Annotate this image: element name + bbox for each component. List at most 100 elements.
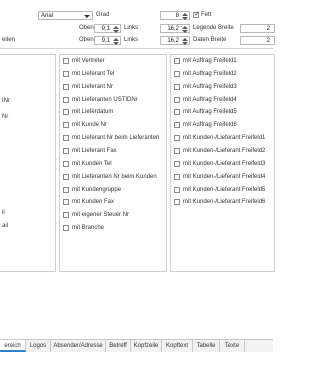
oben-label-1: Oben xyxy=(79,25,94,31)
spinner-icon[interactable] xyxy=(113,26,119,33)
spinner-icon[interactable] xyxy=(182,13,188,20)
oben-value-1: 9,1 xyxy=(101,26,110,32)
checkbox[interactable] xyxy=(63,122,69,129)
daten-breite-label: Daten Breite xyxy=(193,37,227,43)
checkbox-label: mit Auftrag Freifeld1 xyxy=(183,58,237,64)
checkbox-label: mit Kunden-/Lieferant Freifeld4 xyxy=(183,173,266,180)
links-value-1: 16,2 xyxy=(167,26,179,32)
checkbox[interactable] xyxy=(63,83,69,90)
bold-label: Fett xyxy=(201,12,212,18)
checkbox-label: mit Auftrag Freifeld2 xyxy=(183,70,237,77)
checkbox-label: mit Auftrag Freifeld3 xyxy=(183,83,237,90)
checkbox-label: mit Auftrag Freifeld6 xyxy=(183,122,237,129)
checkbox-label: mit Auftrag Freifeld5 xyxy=(183,109,237,116)
oben-stepper-1[interactable]: 9,1 xyxy=(94,24,121,33)
checkbox[interactable] xyxy=(63,109,69,116)
checkbox[interactable] xyxy=(174,186,180,193)
tab-bar: ereich Logos Absender/Adresse Betreff Kopfze… xyxy=(0,339,273,352)
tab-5[interactable]: Kopftext xyxy=(162,340,193,352)
spinner-icon[interactable] xyxy=(113,38,119,45)
checkbox[interactable] xyxy=(174,96,180,103)
checkbox[interactable] xyxy=(63,96,69,103)
checkbox[interactable] xyxy=(174,70,180,77)
checkbox[interactable] xyxy=(63,225,69,232)
left-group xyxy=(0,54,56,272)
checkbox-label: mit eigener Steuer Nr xyxy=(72,212,130,219)
font-family-value: Arial xyxy=(41,13,54,19)
checkbox[interactable] xyxy=(174,199,180,206)
checkbox[interactable] xyxy=(63,160,69,167)
checkbox[interactable] xyxy=(174,122,180,129)
tab-2[interactable]: Absender/Adresse xyxy=(51,340,106,352)
left-fragment-3: il xyxy=(2,210,5,216)
checkbox-label: mit Kunden-/Lieferant Freifeld5 xyxy=(183,186,266,193)
checkbox[interactable] xyxy=(63,70,69,77)
tab-3[interactable]: Betreff xyxy=(106,340,131,352)
tab-7[interactable]: Texte xyxy=(220,340,245,352)
checkbox-label: mit Kunden-/Lieferant Freifeld2 xyxy=(183,147,266,154)
checkbox-label: mit Lieferdatum xyxy=(72,109,114,116)
checkbox[interactable] xyxy=(174,109,180,116)
checkbox[interactable] xyxy=(174,160,180,167)
links-label-1: Links xyxy=(124,25,139,31)
checkbox-label: mit Branche xyxy=(72,225,105,232)
legende-breite-label: Legende Breite xyxy=(193,25,234,31)
links-stepper-1[interactable]: 16,2 xyxy=(160,24,190,33)
checkbox-label: mit Kunden Tel xyxy=(72,160,112,167)
checkbox-label: mit Lieferant Nr beim Lieferanten xyxy=(72,135,160,142)
checkbox-label: mit Lieferanten USTIDNr xyxy=(72,96,138,103)
checkbox-label: mit Kunde Nr xyxy=(72,122,108,129)
links-label-2: Links xyxy=(124,37,139,43)
checkbox-label: mit Vertreter xyxy=(72,58,105,64)
legende-breite-field[interactable]: 2 xyxy=(240,24,275,33)
oben-label-2: Oben xyxy=(79,37,94,43)
tab-0[interactable]: ereich xyxy=(0,340,26,352)
checkbox-label: mit Kunden-/Lieferant Freifeld6 xyxy=(183,199,266,206)
checkbox-label: mit Lieferant Tel xyxy=(72,70,115,77)
font-size-value: 8 xyxy=(175,13,179,19)
legende-breite-value: 2 xyxy=(266,26,270,32)
tab-4[interactable]: Kopfzeile xyxy=(131,340,162,352)
tab-6[interactable]: Tabelle xyxy=(193,340,220,352)
left-fragment-1: INr xyxy=(2,98,10,104)
checkbox-label: mit Lieferant Fax xyxy=(72,147,117,154)
checkbox-label: mit Kunden-/Lieferant Freifeld1 xyxy=(183,135,266,142)
oben-value-2: 9,1 xyxy=(101,38,110,44)
checkbox[interactable] xyxy=(63,199,69,206)
checkbox[interactable] xyxy=(174,147,180,154)
links-stepper-2[interactable]: 16,2 xyxy=(160,36,190,45)
font-size-label: Grad xyxy=(96,12,110,18)
checkbox[interactable] xyxy=(174,83,180,90)
bottom-area xyxy=(0,352,273,368)
checkbox-label: mit Lieferanten Nr beim Kunden xyxy=(72,173,157,180)
daten-breite-field[interactable]: 2 xyxy=(240,36,275,45)
checkbox[interactable] xyxy=(63,173,69,180)
links-value-2: 16,2 xyxy=(167,38,179,44)
left-fragment-4: ail xyxy=(2,223,9,229)
checkbox[interactable] xyxy=(174,58,180,64)
checkbox[interactable] xyxy=(174,173,180,180)
checkbox-label: mit Kundengruppe xyxy=(72,186,122,193)
checkbox-label: mit Auftrag Freifeld4 xyxy=(183,96,237,103)
tab-1[interactable]: Logos xyxy=(26,340,51,352)
font-size-stepper[interactable]: 8 xyxy=(160,11,190,20)
checkbox[interactable] xyxy=(63,147,69,154)
checkbox-label: mit Kunden Fax xyxy=(72,199,115,206)
checkbox[interactable] xyxy=(63,135,69,142)
divider xyxy=(0,48,273,49)
top-strip xyxy=(0,0,273,8)
checkbox[interactable] xyxy=(174,135,180,142)
oben-stepper-2[interactable]: 9,1 xyxy=(94,36,121,45)
bold-checkbox[interactable] xyxy=(193,10,200,18)
checkbox[interactable] xyxy=(63,58,69,64)
left-fragment-2: Nr xyxy=(2,114,9,120)
checkbox[interactable] xyxy=(63,186,69,193)
spinner-icon[interactable] xyxy=(182,26,188,33)
chevron-down-icon xyxy=(84,15,90,18)
checkbox[interactable] xyxy=(63,212,69,219)
left-fragment-eiten: eiten xyxy=(2,37,16,43)
checkbox-label: mit Lieferant Nr xyxy=(72,83,114,90)
daten-breite-value: 2 xyxy=(266,38,270,44)
spinner-icon[interactable] xyxy=(182,38,188,45)
font-family-dropdown[interactable]: Arial xyxy=(38,11,93,20)
